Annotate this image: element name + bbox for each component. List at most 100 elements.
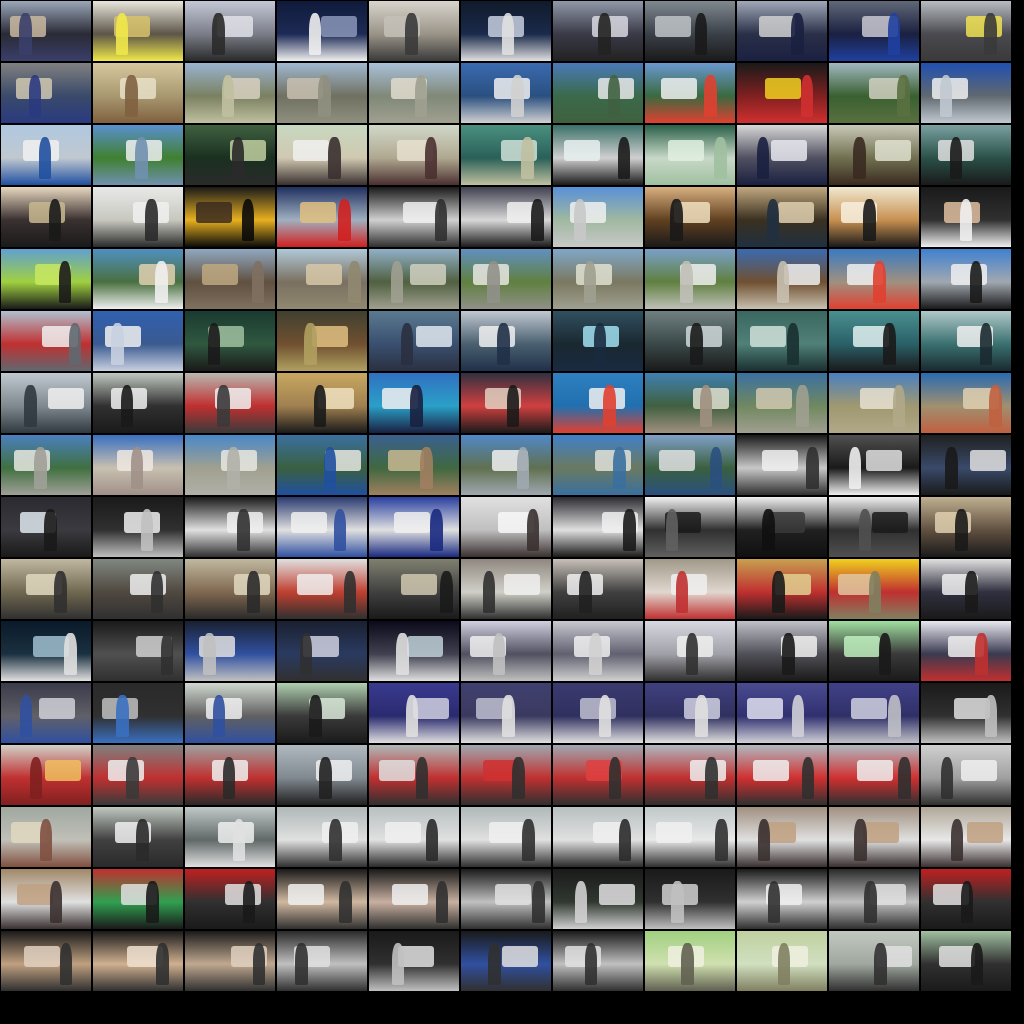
photo-figure: [424, 137, 438, 179]
photo-foreground: [93, 34, 183, 61]
photo-figure: [690, 323, 703, 365]
photo-foreground: [829, 840, 919, 867]
photo-foreground: [1, 964, 91, 991]
photo-tile: [736, 806, 828, 868]
photo-foreground: [829, 468, 919, 495]
photo-figure: [155, 261, 168, 303]
photo-tile: [644, 620, 736, 682]
photo-foreground: [921, 964, 1011, 991]
photo-figure: [878, 633, 892, 675]
photo-figure: [593, 323, 607, 365]
photo-tile: [552, 62, 644, 124]
photo-tile: [644, 434, 736, 496]
photo-figure: [864, 881, 877, 923]
photo-tile: [368, 868, 460, 930]
photo-foreground: [737, 158, 827, 185]
photo-figure: [488, 943, 501, 985]
photo-figure: [49, 881, 63, 923]
photo-foreground: [369, 840, 459, 867]
photo-tile: [276, 310, 368, 372]
photo-tile: [276, 930, 368, 992]
photo-foreground: [1, 34, 91, 61]
photo-tile: [828, 682, 920, 744]
photo-figure: [497, 323, 510, 365]
photo-tile: [368, 434, 460, 496]
photo-subject: [764, 78, 801, 99]
photo-figure: [598, 13, 611, 55]
photo-foreground: [185, 344, 275, 371]
photo-figure: [979, 323, 993, 365]
photo-tile: [0, 372, 92, 434]
photo-subject: [501, 946, 538, 967]
photo-figure: [959, 199, 973, 241]
photo-tile: [460, 682, 552, 744]
photo-foreground: [369, 654, 459, 681]
photo-tile: [276, 0, 368, 62]
photo-subject: [563, 140, 600, 161]
photo-figure: [333, 509, 347, 551]
photo-figure: [111, 323, 124, 365]
photo-figure: [960, 881, 974, 923]
photo-foreground: [553, 902, 643, 929]
photo-figure: [853, 137, 866, 179]
photo-figure: [329, 819, 342, 861]
photo-tile: [460, 310, 552, 372]
photo-foreground: [1, 654, 91, 681]
photo-tile: [828, 248, 920, 310]
photo-tile: [552, 868, 644, 930]
photo-foreground: [461, 592, 551, 619]
photo-figure: [898, 757, 911, 799]
photo-tile: [644, 186, 736, 248]
photo-foreground: [93, 282, 183, 309]
photo-figure: [776, 261, 790, 303]
photo-subject: [865, 450, 902, 471]
photo-foreground: [737, 840, 827, 867]
photo-foreground: [461, 282, 551, 309]
photo-figure: [24, 385, 37, 427]
photo-figure: [136, 819, 149, 861]
photo-figure: [583, 261, 597, 303]
photo-tile: [736, 868, 828, 930]
photo-foreground: [277, 964, 367, 991]
photo-tile: [368, 496, 460, 558]
photo-foreground: [553, 778, 643, 805]
photo-subject: [655, 822, 692, 843]
photo-tile: [460, 558, 552, 620]
photo-figure: [338, 199, 351, 241]
photo-foreground: [185, 34, 275, 61]
photo-tile: [184, 620, 276, 682]
photo-subject: [290, 512, 327, 533]
photo-figure: [115, 13, 129, 55]
photo-subject: [400, 574, 437, 595]
photo-foreground: [737, 344, 827, 371]
photo-figure: [680, 261, 693, 303]
photo-tile: [368, 0, 460, 62]
photo-tile: [368, 62, 460, 124]
photo-subject: [385, 822, 422, 843]
bottom-border: [0, 992, 1024, 1024]
photo-tile: [920, 434, 1012, 496]
photo-foreground: [277, 344, 367, 371]
photo-foreground: [645, 220, 735, 247]
photo-tile: [920, 620, 1012, 682]
photo-figure: [64, 633, 77, 675]
photo-figure: [969, 261, 983, 303]
photo-foreground: [93, 406, 183, 433]
photo-subject: [758, 16, 795, 37]
photo-figure: [415, 757, 429, 799]
photo-figure: [251, 261, 265, 303]
photo-figure: [414, 75, 428, 117]
photo-tile: [552, 248, 644, 310]
photo-figure: [391, 943, 405, 985]
photo-foreground: [185, 654, 275, 681]
photo-figure: [516, 447, 530, 489]
photo-subject: [394, 512, 431, 533]
photo-subject: [378, 760, 415, 781]
photo-foreground: [93, 902, 183, 929]
photo-figure: [598, 695, 612, 737]
photo-foreground: [921, 716, 1011, 743]
photo-foreground: [829, 406, 919, 433]
photo-foreground: [1, 96, 91, 123]
photo-figure: [613, 447, 626, 489]
photo-subject: [654, 16, 691, 37]
